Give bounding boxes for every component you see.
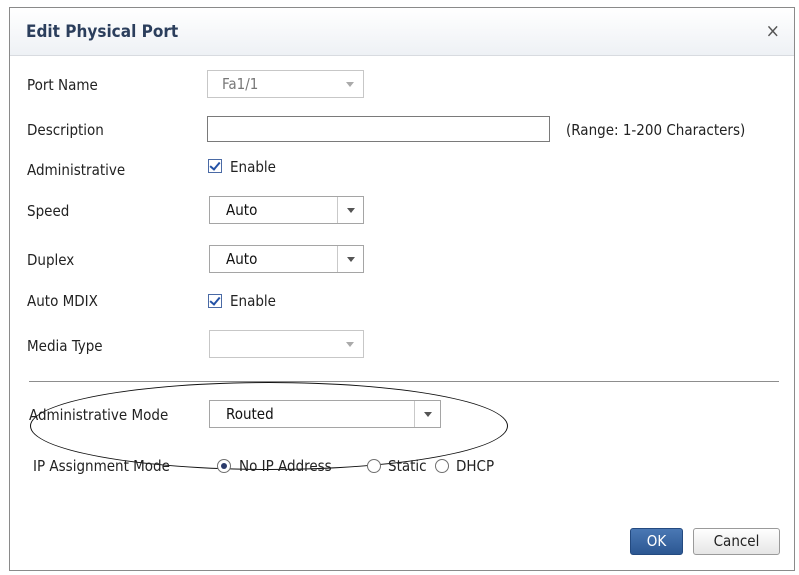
chevron-down-icon: [337, 246, 363, 272]
description-input[interactable]: [207, 116, 550, 142]
speed-select[interactable]: Auto: [209, 196, 364, 224]
dialog-title: Edit Physical Port: [26, 22, 179, 42]
administrative-mode-label: Administrative Mode: [29, 406, 169, 424]
speed-label: Speed: [27, 202, 70, 220]
chevron-down-icon: [337, 197, 363, 223]
radio-static[interactable]: [367, 459, 381, 473]
section-divider: [29, 381, 779, 382]
port-name-label: Port Name: [27, 76, 98, 94]
ok-button[interactable]: OK: [630, 528, 683, 555]
chevron-down-icon: [337, 331, 363, 357]
administrative-label: Administrative: [27, 161, 126, 179]
duplex-label: Duplex: [27, 251, 75, 269]
duplex-value: Auto: [226, 250, 258, 268]
radio-dhcp-label: DHCP: [456, 457, 495, 475]
ip-assignment-mode-label: IP Assignment Mode: [33, 457, 170, 475]
port-name-value: Fa1/1: [222, 75, 259, 93]
radio-dhcp[interactable]: [435, 459, 449, 473]
port-name-select[interactable]: Fa1/1: [207, 70, 364, 98]
close-icon[interactable]: ×: [766, 21, 780, 41]
dialog-title-bar: Edit Physical Port ×: [10, 8, 794, 56]
media-type-label: Media Type: [27, 337, 103, 355]
administrative-enable-checkbox[interactable]: [208, 159, 222, 173]
description-range-hint: (Range: 1-200 Characters): [566, 121, 746, 139]
speed-value: Auto: [226, 201, 258, 219]
chevron-down-icon: [337, 71, 363, 97]
cancel-button[interactable]: Cancel: [693, 528, 780, 555]
administrative-enable-label: Enable: [230, 158, 276, 176]
radio-no-ip-address[interactable]: [217, 459, 231, 473]
description-label: Description: [27, 121, 104, 139]
administrative-mode-select[interactable]: Routed: [209, 400, 441, 428]
radio-static-label: Static: [388, 457, 427, 475]
auto-mdix-enable-checkbox[interactable]: [208, 294, 222, 308]
radio-no-ip-address-label: No IP Address: [239, 457, 332, 475]
duplex-select[interactable]: Auto: [209, 245, 364, 273]
auto-mdix-label: Auto MDIX: [27, 292, 98, 310]
chevron-down-icon: [414, 401, 440, 427]
auto-mdix-enable-label: Enable: [230, 292, 276, 310]
media-type-select[interactable]: [209, 330, 364, 358]
administrative-mode-value: Routed: [226, 405, 274, 423]
edit-physical-port-dialog: Edit Physical Port × Port Name Fa1/1 Des…: [9, 7, 795, 571]
